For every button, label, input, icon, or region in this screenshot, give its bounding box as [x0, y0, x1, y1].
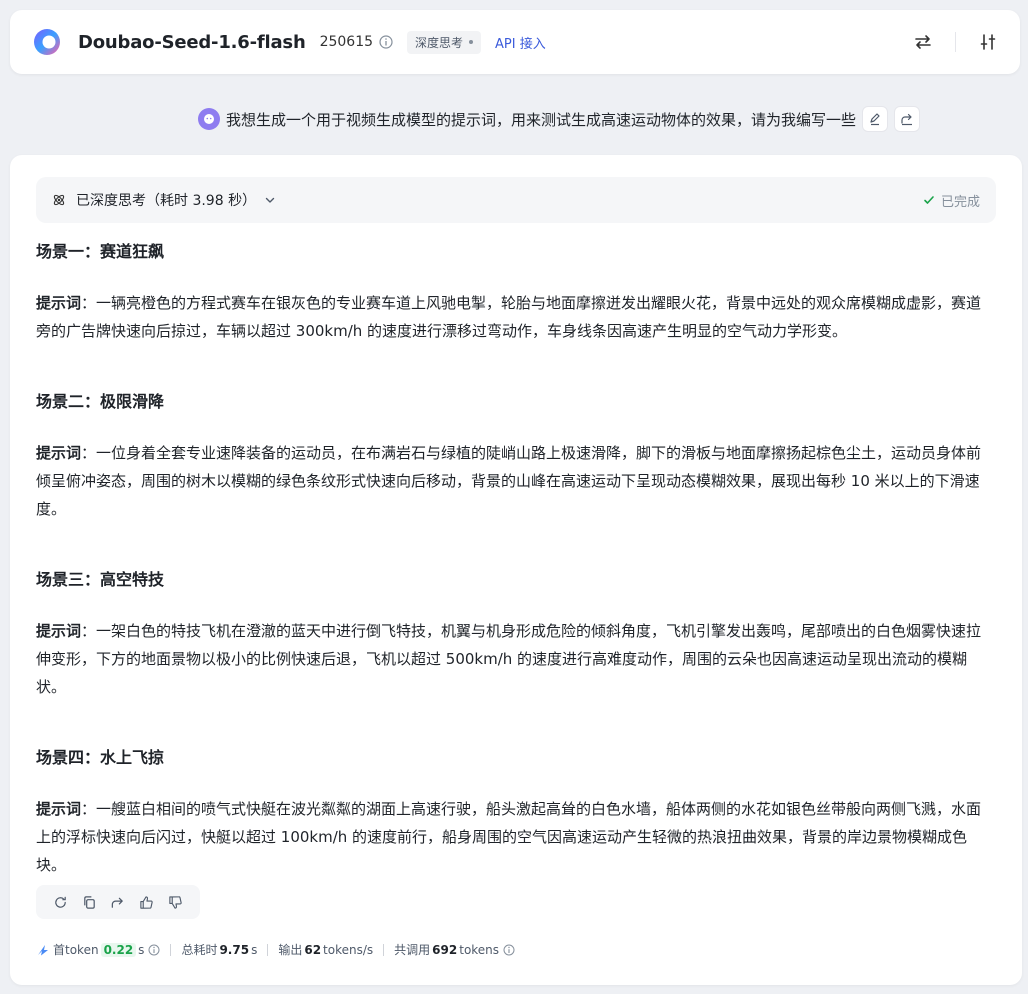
calls-unit: tokens	[459, 942, 500, 957]
calls-label: 共调用	[394, 943, 431, 957]
prompt-label: 提示词	[36, 444, 82, 462]
scene-block: 场景二：极限滑降 提示词：一位身着全套专业速降装备的运动员，在布满岩石与绿植的陡…	[36, 385, 996, 523]
scene-prompt: 提示词：一辆亮橙色的方程式赛车在银灰色的专业赛车道上风驰电掣，轮胎与地面摩擦迸发…	[36, 289, 996, 345]
scene-title: 场景四：水上飞掠	[36, 748, 165, 767]
edit-message-button[interactable]	[862, 106, 888, 132]
header-divider	[955, 32, 956, 52]
response-stats: 首token 0.22 s 总耗时 9.75 s 输出 62 tokens/s …	[36, 941, 515, 958]
deep-think-toggle[interactable]: 已深度思考（耗时 3.98 秒） 已完成	[36, 177, 996, 223]
thumbs-up-icon[interactable]	[139, 895, 154, 910]
prompt-text: ：一辆亮橙色的方程式赛车在银灰色的专业赛车道上风驰电掣，轮胎与地面摩擦迸发出耀眼…	[36, 294, 982, 340]
output-unit: tokens/s	[323, 942, 374, 957]
header-actions	[913, 32, 998, 52]
edit-icon	[870, 113, 880, 126]
stats-divider	[383, 943, 385, 956]
answer-card: 已深度思考（耗时 3.98 秒） 已完成 场景一：赛道狂飙 提示词：一辆亮橙色的…	[10, 155, 1022, 985]
share-icon[interactable]	[110, 895, 125, 910]
scene-title: 场景二：极限滑降	[36, 392, 165, 411]
scene-block: 场景四：水上飞掠 提示词：一艘蓝白相间的喷气式快艇在波光粼粼的湖面上高速行驶，船…	[36, 741, 996, 879]
user-avatar	[197, 108, 220, 130]
doubao-logo-icon	[34, 29, 60, 55]
chevron-down-icon	[265, 197, 275, 203]
regenerate-icon[interactable]	[53, 895, 68, 910]
deep-think-badge-label: 深度思考	[415, 35, 464, 50]
stats-divider	[267, 943, 269, 956]
first-token-value: 0.22	[100, 942, 137, 957]
thumbs-down-icon[interactable]	[168, 895, 183, 910]
atom-icon	[53, 194, 65, 206]
swap-icon[interactable]	[913, 32, 933, 52]
copy-icon[interactable]	[82, 895, 97, 910]
speed-icon	[38, 944, 48, 955]
total-time-label: 总耗时	[181, 943, 218, 957]
api-access-link[interactable]: API 接入	[495, 33, 546, 52]
settings-sliders-icon[interactable]	[978, 32, 998, 52]
prompt-label: 提示词	[36, 294, 82, 312]
answer-content: 场景一：赛道狂飙 提示词：一辆亮橙色的方程式赛车在银灰色的专业赛车道上风驰电掣，…	[36, 235, 996, 919]
info-icon[interactable]	[503, 944, 515, 956]
think-status: 已完成	[923, 191, 980, 210]
check-icon	[924, 196, 934, 204]
user-face-icon	[203, 114, 214, 124]
share-icon	[901, 113, 912, 126]
total-time-unit: s	[251, 942, 258, 957]
deep-think-badge[interactable]: 深度思考	[407, 30, 482, 54]
share-message-button[interactable]	[894, 106, 920, 132]
think-status-label: 已完成	[940, 194, 980, 210]
prompt-text: ：一艘蓝白相间的喷气式快艇在波光粼粼的湖面上高速行驶，船头激起高耸的白色水墙，船…	[36, 800, 982, 874]
scene-block: 场景一：赛道狂飙 提示词：一辆亮橙色的方程式赛车在银灰色的专业赛车道上风驰电掣，…	[36, 235, 996, 345]
scene-prompt: 提示词：一艘蓝白相间的喷气式快艇在波光粼粼的湖面上高速行驶，船头激起高耸的白色水…	[36, 795, 996, 879]
stats-divider	[170, 943, 172, 956]
total-time-value: 9.75	[219, 942, 250, 957]
first-token-label: 首token	[53, 943, 99, 957]
scene-title: 场景一：赛道狂飙	[36, 242, 165, 261]
model-name[interactable]: Doubao-Seed-1.6-flash	[78, 32, 306, 53]
prompt-text: ：一位身着全套专业速降装备的运动员，在布满岩石与绿植的陡峭山路上极速滑降，脚下的…	[36, 444, 982, 518]
user-message-text: 我想生成一个用于视频生成模型的提示词，用来测试生成高速运动物体的效果，请为我编写…	[225, 110, 856, 129]
model-version: 250615	[319, 34, 374, 50]
scene-title: 场景三：高空特技	[36, 570, 165, 589]
top-header: Doubao-Seed-1.6-flash 250615 深度思考 API 接入	[10, 10, 1020, 74]
prompt-text: ：一架白色的特技飞机在澄澈的蓝天中进行倒飞特技，机翼与机身形成危险的倾斜角度，飞…	[36, 622, 982, 696]
scene-block: 场景三：高空特技 提示词：一架白色的特技飞机在澄澈的蓝天中进行倒飞特技，机翼与机…	[36, 563, 996, 701]
prompt-label: 提示词	[36, 622, 82, 640]
deep-think-label: 已深度思考（耗时 3.98 秒）	[76, 193, 257, 209]
scene-prompt: 提示词：一位身着全套专业速降装备的运动员，在布满岩石与绿植的陡峭山路上极速滑降，…	[36, 439, 996, 523]
prompt-label: 提示词	[36, 800, 82, 818]
dot-icon	[469, 40, 474, 44]
output-value: 62	[304, 942, 322, 957]
info-icon[interactable]	[379, 35, 393, 49]
answer-actions	[36, 885, 200, 919]
calls-value: 692	[432, 942, 458, 957]
info-icon[interactable]	[148, 944, 160, 956]
user-message-row: 我想生成一个用于视频生成模型的提示词，用来测试生成高速运动物体的效果，请为我编写…	[0, 106, 1028, 132]
scene-prompt: 提示词：一架白色的特技飞机在澄澈的蓝天中进行倒飞特技，机翼与机身形成危险的倾斜角…	[36, 617, 996, 701]
output-label: 输出	[278, 943, 303, 957]
first-token-unit: s	[138, 942, 145, 957]
